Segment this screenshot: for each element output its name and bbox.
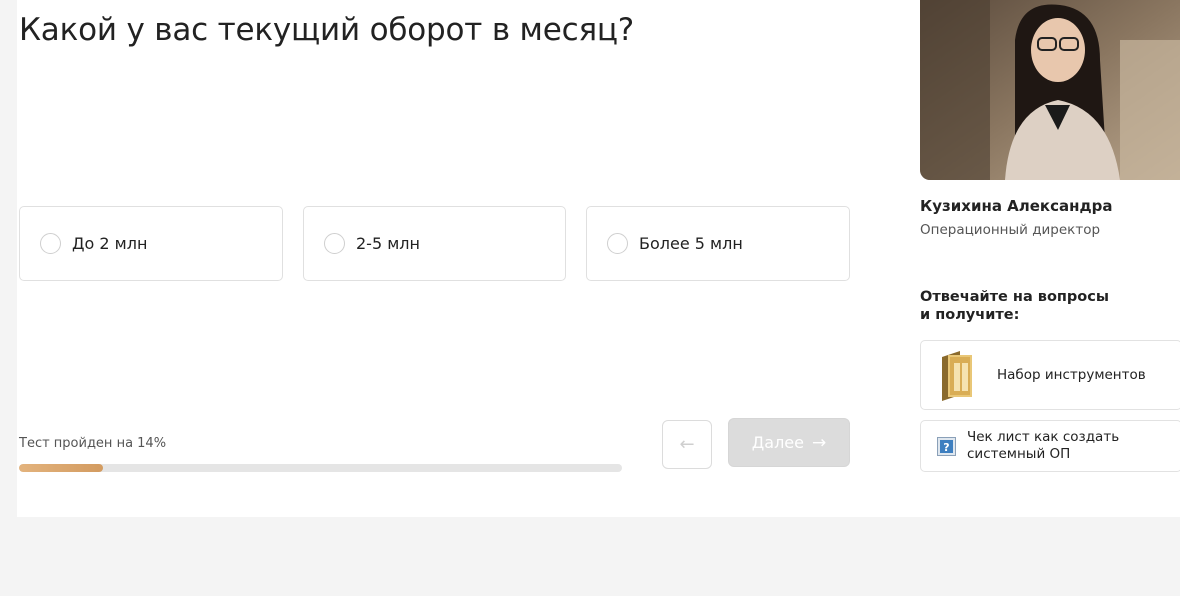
option-2-5m[interactable]: 2-5 млн xyxy=(303,206,566,281)
progress-fill xyxy=(19,464,104,472)
option-label: 2-5 млн xyxy=(356,234,420,253)
bonus-checklist[interactable]: ? Чек лист как создать системный ОП xyxy=(920,420,1180,472)
next-button-label: Далее xyxy=(751,433,804,452)
bonus-label: Набор инструментов xyxy=(997,366,1146,383)
option-up-to-2m[interactable]: До 2 млн xyxy=(19,206,283,281)
progress-bar xyxy=(19,464,622,472)
back-button[interactable]: ← xyxy=(662,420,712,469)
option-label: До 2 млн xyxy=(72,234,148,253)
manager-name: Кузихина Александра xyxy=(920,197,1113,215)
help-icon: ? xyxy=(937,436,956,456)
next-button[interactable]: Далее → xyxy=(728,418,850,467)
folder-icon xyxy=(940,349,974,401)
manager-photo xyxy=(920,0,1180,180)
bonuses-title: Отвечайте на вопросы и получите: xyxy=(920,289,1109,323)
svg-text:?: ? xyxy=(943,441,949,454)
bonus-label: Чек лист как создать системный ОП xyxy=(967,429,1120,462)
option-over-5m[interactable]: Более 5 млн xyxy=(586,206,850,281)
option-label: Более 5 млн xyxy=(639,234,743,253)
arrow-right-icon: → xyxy=(811,432,827,453)
progress-text: Тест пройден на 14% xyxy=(19,436,167,451)
radio-icon[interactable] xyxy=(40,233,61,254)
radio-icon[interactable] xyxy=(607,233,628,254)
bonus-toolkit[interactable]: Набор инструментов xyxy=(920,340,1180,410)
question-title: Какой у вас текущий оборот в месяц? xyxy=(19,12,635,48)
arrow-left-icon: ← xyxy=(679,434,695,455)
manager-role: Операционный директор xyxy=(920,222,1101,238)
radio-icon[interactable] xyxy=(324,233,345,254)
